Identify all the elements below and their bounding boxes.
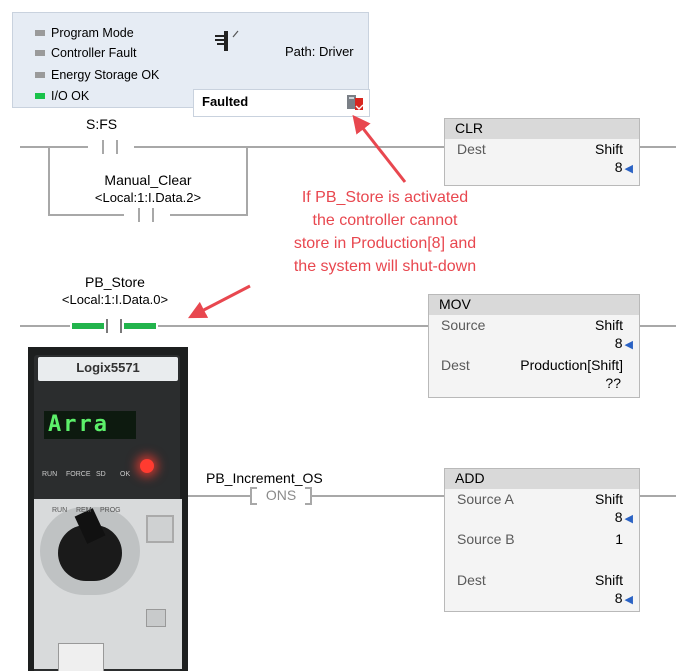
add-source-b-value[interactable]: 1 <box>615 531 623 547</box>
clr-dest-tag[interactable]: Shift <box>595 141 623 157</box>
add-source-a-value: 8 ◀ <box>614 509 633 525</box>
value-arrow-icon: ◀ <box>624 339 633 351</box>
controller-model-plate: Logix5571 <box>38 357 178 381</box>
pb-store-tag: PB_Store <box>85 274 145 290</box>
controller-led-labels: RUN FORCE SD OK <box>42 471 131 478</box>
add-dest-tag[interactable]: Shift <box>595 572 623 588</box>
controller-status-panel: Program Mode Controller Fault Energy Sto… <box>12 12 370 117</box>
ons-label: ONS <box>265 487 297 503</box>
controller-state-box: Faulted <box>193 89 370 117</box>
annotation-line: If PB_Store is activated <box>301 189 469 206</box>
annotation-line: the system will shut-down <box>293 258 477 275</box>
clr-dest-label: Dest <box>457 141 486 157</box>
status-energy-storage: Energy Storage OK <box>35 68 159 82</box>
mov-dest-value: ?? <box>605 375 621 391</box>
status-led <box>35 29 45 36</box>
mov-dest-tag[interactable]: Production[Shift] <box>520 357 623 373</box>
controller-state-text: Faulted <box>202 94 249 109</box>
annotation-line: the controller cannot <box>312 212 458 229</box>
mov-source-value: 8 ◀ <box>614 335 633 351</box>
controller-display: Arra <box>44 411 136 439</box>
status-led <box>35 71 45 78</box>
status-controller-fault: Controller Fault <box>35 46 136 60</box>
add-instruction-block[interactable]: ADD Source A Shift 8 ◀ Source B 1 Dest Sh… <box>444 468 640 612</box>
controller-side-button[interactable] <box>146 515 174 543</box>
add-instruction-name: ADD <box>455 470 485 486</box>
annotation-text: If PB_Store is activated the controller … <box>240 186 530 278</box>
controller-model-label: Logix5571 <box>76 360 140 375</box>
pb-store-contact[interactable] <box>70 317 158 335</box>
pb-increment-os-tag: PB_Increment_OS <box>206 470 323 486</box>
fault-led <box>140 459 154 473</box>
add-source-b-label: Source B <box>457 531 515 547</box>
clr-dest-value: 8 ◀ <box>614 159 633 175</box>
mov-instruction-block[interactable]: MOV Source Shift 8 ◀ Dest Production[Shif… <box>428 294 640 398</box>
mov-dest-label: Dest <box>441 357 470 373</box>
mov-source-tag[interactable]: Shift <box>595 317 623 333</box>
status-label: I/O OK <box>51 89 90 103</box>
clr-instruction-name: CLR <box>455 120 484 136</box>
pb-store-address: <Local:1:I.Data.0> <box>61 292 169 307</box>
controller-photo: Logix5571 Arra RUN FORCE SD OK RUN REM P… <box>28 347 188 671</box>
sfs-contact[interactable] <box>88 138 134 156</box>
manual-clear-contact[interactable] <box>124 206 170 224</box>
add-dest-value: 8 ◀ <box>614 590 633 606</box>
mov-instruction-name: MOV <box>439 296 471 312</box>
manual-clear-tag: Manual_Clear <box>104 172 192 188</box>
clr-instruction-block[interactable]: CLR Dest Shift 8 ◀ <box>444 118 640 186</box>
status-label: Energy Storage OK <box>51 68 160 82</box>
status-program-mode: Program Mode <box>35 26 134 40</box>
mov-source-label: Source <box>441 317 486 333</box>
arrow-to-faulted <box>352 114 407 183</box>
value-arrow-icon: ◀ <box>624 163 633 175</box>
controller-mode-icon[interactable] <box>213 29 241 55</box>
add-dest-label: Dest <box>457 572 486 588</box>
path-label: Path: Driver <box>285 44 354 59</box>
value-arrow-icon: ◀ <box>624 513 633 525</box>
ons-instruction[interactable]: ONS <box>250 487 312 505</box>
status-label: Program Mode <box>51 26 134 40</box>
status-io-ok: I/O OK <box>35 89 89 103</box>
value-arrow-icon: ◀ <box>624 594 633 606</box>
status-led <box>35 49 45 56</box>
annotation-line: store in Production[8] and <box>293 235 477 252</box>
keyswitch-labels: RUN REM PROG <box>52 507 121 514</box>
controller-display-text: Arra <box>48 412 109 437</box>
add-source-a-label: Source A <box>457 491 514 507</box>
usb-port <box>58 643 104 671</box>
sfs-contact-tag: S:FS <box>86 116 118 132</box>
sd-card-slot-icon <box>146 609 166 627</box>
manual-clear-address: <Local:1:I.Data.2> <box>94 190 202 205</box>
status-led <box>35 92 45 99</box>
add-source-a-tag[interactable]: Shift <box>595 491 623 507</box>
status-label: Controller Fault <box>51 46 137 60</box>
fault-icon <box>347 95 364 110</box>
arrow-to-pb-store <box>188 284 251 319</box>
